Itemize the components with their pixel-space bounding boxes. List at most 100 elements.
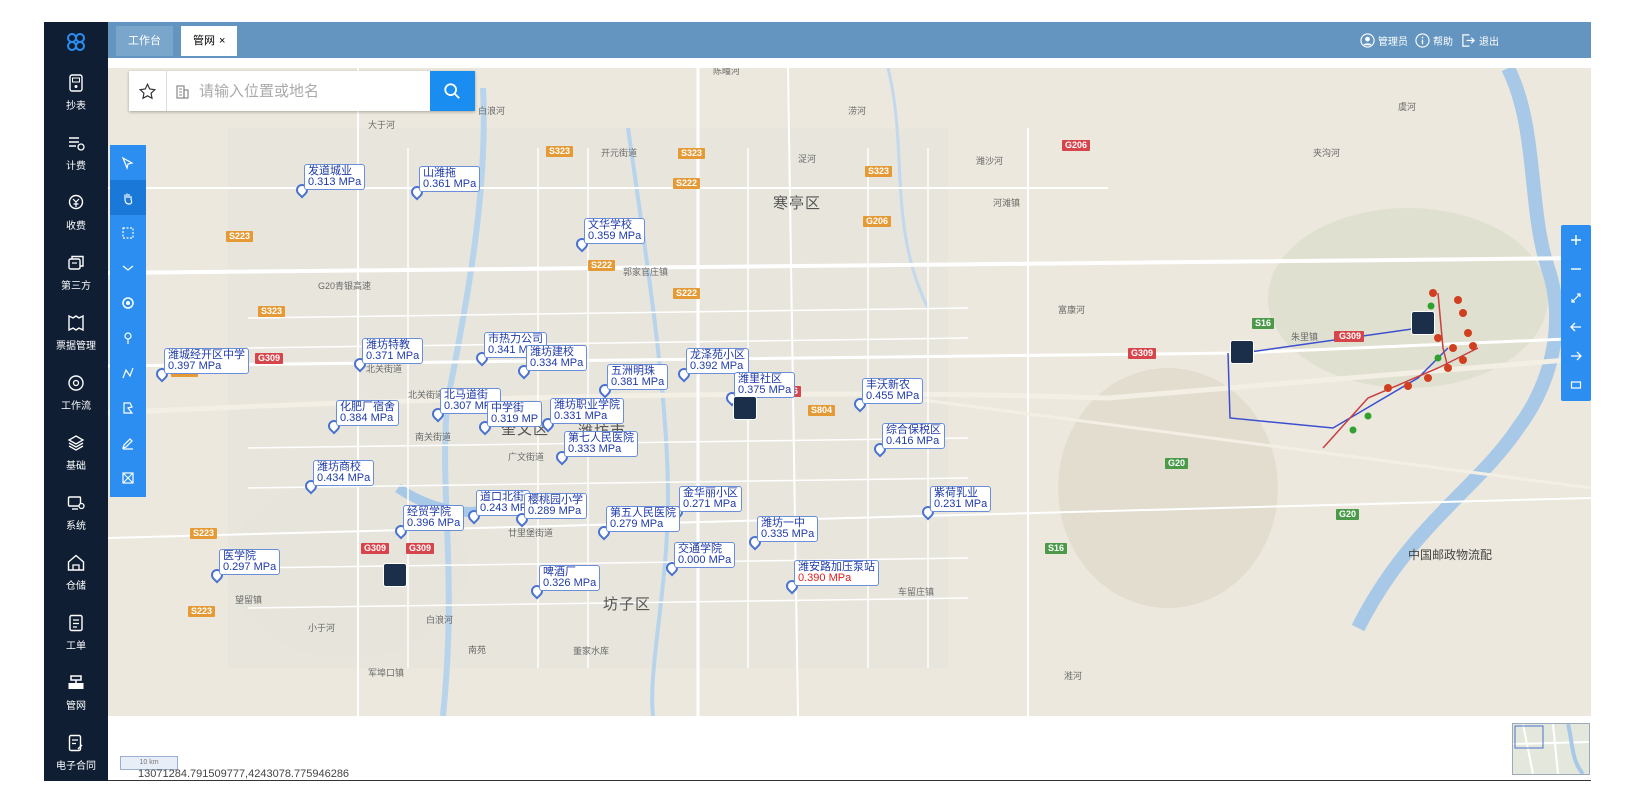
pressure-value: 0.392 MPa — [690, 360, 744, 372]
arrow-left-icon — [1570, 322, 1581, 331]
pressure-label: 潍安路加压泵站 0.390 MPa — [794, 560, 879, 586]
search-button[interactable] — [429, 71, 475, 111]
previous-view-button[interactable] — [1561, 312, 1591, 341]
billing-icon — [69, 136, 85, 151]
tab-workbench[interactable]: 工作台 — [116, 26, 173, 56]
app-logo[interactable] — [44, 22, 108, 62]
place-label: 大于河 — [368, 120, 396, 130]
place-label: 望留镇 — [235, 595, 263, 605]
sidebar-item-billing[interactable]: 计费 — [44, 122, 108, 182]
minus-icon — [1571, 267, 1581, 270]
pressure-value: 0.289 MPa — [528, 505, 582, 517]
help-button[interactable]: 帮助 — [1415, 22, 1453, 58]
pressure-label: 发道城业 0.313 MPa — [304, 164, 366, 190]
sidebar-item-payment[interactable]: 收费 — [44, 182, 108, 242]
warehouse-icon — [67, 554, 85, 571]
sidebar-item-meter[interactable]: 抄表 — [44, 62, 108, 122]
pump-station-icon[interactable] — [383, 563, 407, 587]
pressure-label: 潍坊职业学院 0.331 MPa — [550, 398, 624, 424]
place-label: 白浪河 — [478, 106, 506, 116]
favorite-button[interactable] — [129, 71, 168, 111]
polygon-tool[interactable] — [110, 390, 146, 425]
pressure-value: 0.331 MPa — [554, 410, 608, 422]
sidebar-item-system-settings[interactable]: 系统 — [44, 482, 108, 542]
road-shield: S222 — [588, 260, 616, 271]
sidebar-item-receipt[interactable]: 票据管理 — [44, 302, 108, 362]
road-shield: S223 — [226, 231, 254, 242]
pan-tool[interactable] — [110, 180, 146, 215]
map-canvas[interactable]: 寒亭区潍城区奎文区潍坊市坊子区 陈疃河白浪河大于河开元街道涝河浞河潍沙河河滩镇夹… — [108, 68, 1591, 716]
sidebar-item-workflow[interactable]: 工作流 — [44, 362, 108, 422]
pressure-label: 综合保税区 0.416 MPa — [882, 423, 945, 449]
pressure-value: 0.279 MPa — [610, 518, 664, 530]
logout-label: 退出 — [1479, 36, 1499, 48]
point-tool[interactable] — [110, 320, 146, 355]
pressure-label: 潍坊商校 0.434 MPa — [313, 460, 375, 486]
pressure-value: 0.326 MPa — [543, 577, 597, 589]
admin-label: 管理员 — [1378, 36, 1408, 48]
select-tool[interactable] — [110, 145, 146, 180]
next-view-button[interactable] — [1561, 341, 1591, 370]
sidebar-item-label: 工作流 — [61, 400, 91, 412]
road-shield: G206 — [1062, 140, 1091, 151]
circle-tool[interactable] — [110, 285, 146, 320]
scale-label: 10 km — [139, 759, 159, 766]
place-label: 广文街道 — [508, 452, 545, 462]
pump-station-icon[interactable] — [1230, 340, 1254, 364]
clear-tool[interactable] — [110, 460, 146, 495]
pressure-value: 0.231 MPa — [934, 498, 988, 510]
logout-button[interactable]: 退出 — [1461, 22, 1499, 58]
line-tool[interactable] — [110, 355, 146, 390]
box-select-tool[interactable] — [110, 215, 146, 250]
zoom-in-button[interactable] — [1561, 225, 1591, 254]
polyline-tool[interactable] — [110, 250, 146, 285]
road-shield: G309 — [1128, 348, 1157, 359]
pressure-value: 0.297 MPa — [223, 561, 277, 573]
building-icon — [167, 71, 197, 111]
zoom-out-button[interactable] — [1561, 254, 1591, 283]
place-label: 夹沟河 — [1313, 148, 1341, 158]
place-label: 董家水库 — [573, 646, 610, 656]
pressure-value: 0.333 MPa — [568, 443, 622, 455]
sidebar-item-pipe-network[interactable]: 管网 — [44, 662, 108, 722]
edit-tool[interactable] — [110, 425, 146, 460]
sidebar-item-layers[interactable]: 基础 — [44, 422, 108, 482]
pump-station-icon[interactable] — [1411, 311, 1435, 335]
workflow-icon — [68, 374, 84, 391]
pressure-value: 0.361 MPa — [423, 178, 477, 190]
admin-user[interactable]: 管理员 — [1360, 22, 1408, 58]
place-label: 军埠口镇 — [368, 668, 405, 678]
road-shield: G20 — [1336, 509, 1360, 520]
full-extent-button[interactable] — [1561, 283, 1591, 312]
sidebar-item-warehouse[interactable]: 仓储 — [44, 542, 108, 602]
layer-toggle-button[interactable] — [1561, 370, 1591, 399]
pressure-value: 0.434 MPa — [317, 472, 371, 484]
sidebar-item-third-party[interactable]: 第三方 — [44, 242, 108, 302]
logout-icon — [1462, 33, 1475, 47]
overview-map[interactable] — [1512, 723, 1590, 775]
pressure-value: 0.335 MPa — [761, 528, 815, 540]
e-contract-icon — [68, 734, 83, 751]
map-nav-controls — [1561, 225, 1591, 401]
sidebar-item-e-contract[interactable]: 电子合同 — [44, 722, 108, 782]
place-label: G20青银高速 — [318, 281, 372, 291]
road-shield: G309 — [255, 353, 284, 364]
sidebar-item-work-order[interactable]: 工单 — [44, 602, 108, 662]
road-shield: G206 — [863, 216, 892, 227]
pressure-value: 0.396 MPa — [407, 517, 461, 529]
pump-station-icon[interactable] — [733, 396, 757, 420]
tab-pipe-network[interactable]: 管网 × — [181, 26, 238, 56]
pressure-label: 潍城经开区中学 0.397 MPa — [164, 348, 249, 374]
pressure-label: 五洲明珠 0.381 MPa — [607, 364, 669, 390]
place-label: 开元街道 — [601, 148, 638, 158]
pressure-value: 0.397 MPa — [168, 360, 222, 372]
pressure-label: 潍坊特教 0.371 MPa — [362, 338, 424, 364]
search-icon — [444, 83, 461, 99]
road-shield: S223 — [190, 528, 218, 539]
pressure-value: 0.371 MPa — [366, 350, 420, 362]
search-input[interactable] — [197, 71, 430, 111]
place-label: 小于河 — [308, 623, 336, 633]
tab-close-icon[interactable]: × — [219, 35, 225, 47]
place-label: 南苑 — [468, 645, 487, 655]
sidebar-item-label: 收费 — [66, 220, 86, 232]
